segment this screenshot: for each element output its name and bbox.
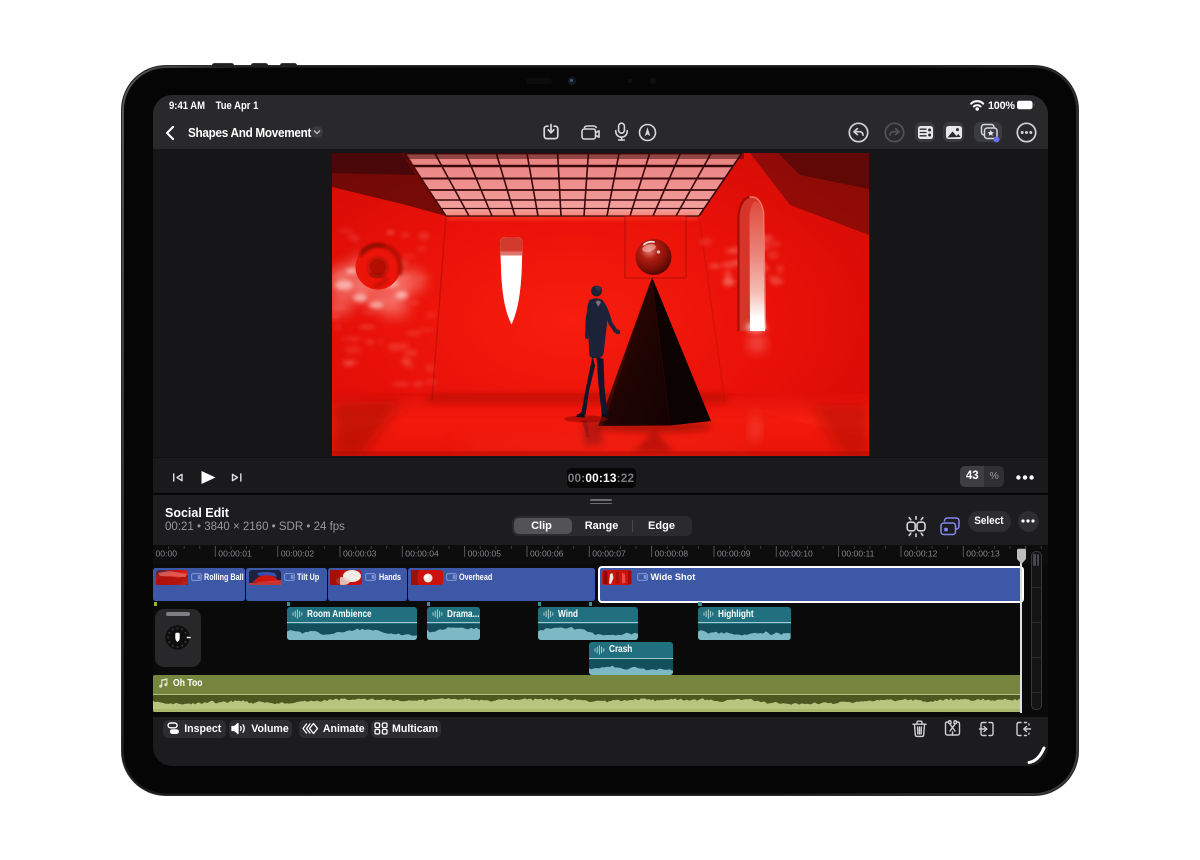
svg-text:00:00:08: 00:00:08 [655, 548, 689, 558]
svg-text:00:00:12: 00:00:12 [904, 548, 938, 558]
svg-text:00:00:03: 00:00:03 [343, 548, 377, 558]
svg-text:00:00: 00:00 [156, 548, 178, 558]
svg-text:00:00:07: 00:00:07 [592, 548, 626, 558]
svg-text:00:00:05: 00:00:05 [468, 548, 502, 558]
svg-text:00:00:13: 00:00:13 [966, 548, 1000, 558]
svg-text:00:00:06: 00:00:06 [530, 548, 564, 558]
svg-text:00:00:10: 00:00:10 [779, 548, 813, 558]
svg-text:00:00:09: 00:00:09 [717, 548, 751, 558]
svg-text:00:00:04: 00:00:04 [405, 548, 439, 558]
svg-text:00:00:02: 00:00:02 [281, 548, 315, 558]
svg-text:00:00:01: 00:00:01 [218, 548, 252, 558]
svg-text:100%: 100% [988, 100, 1015, 112]
svg-text:00:00:11: 00:00:11 [842, 548, 875, 558]
